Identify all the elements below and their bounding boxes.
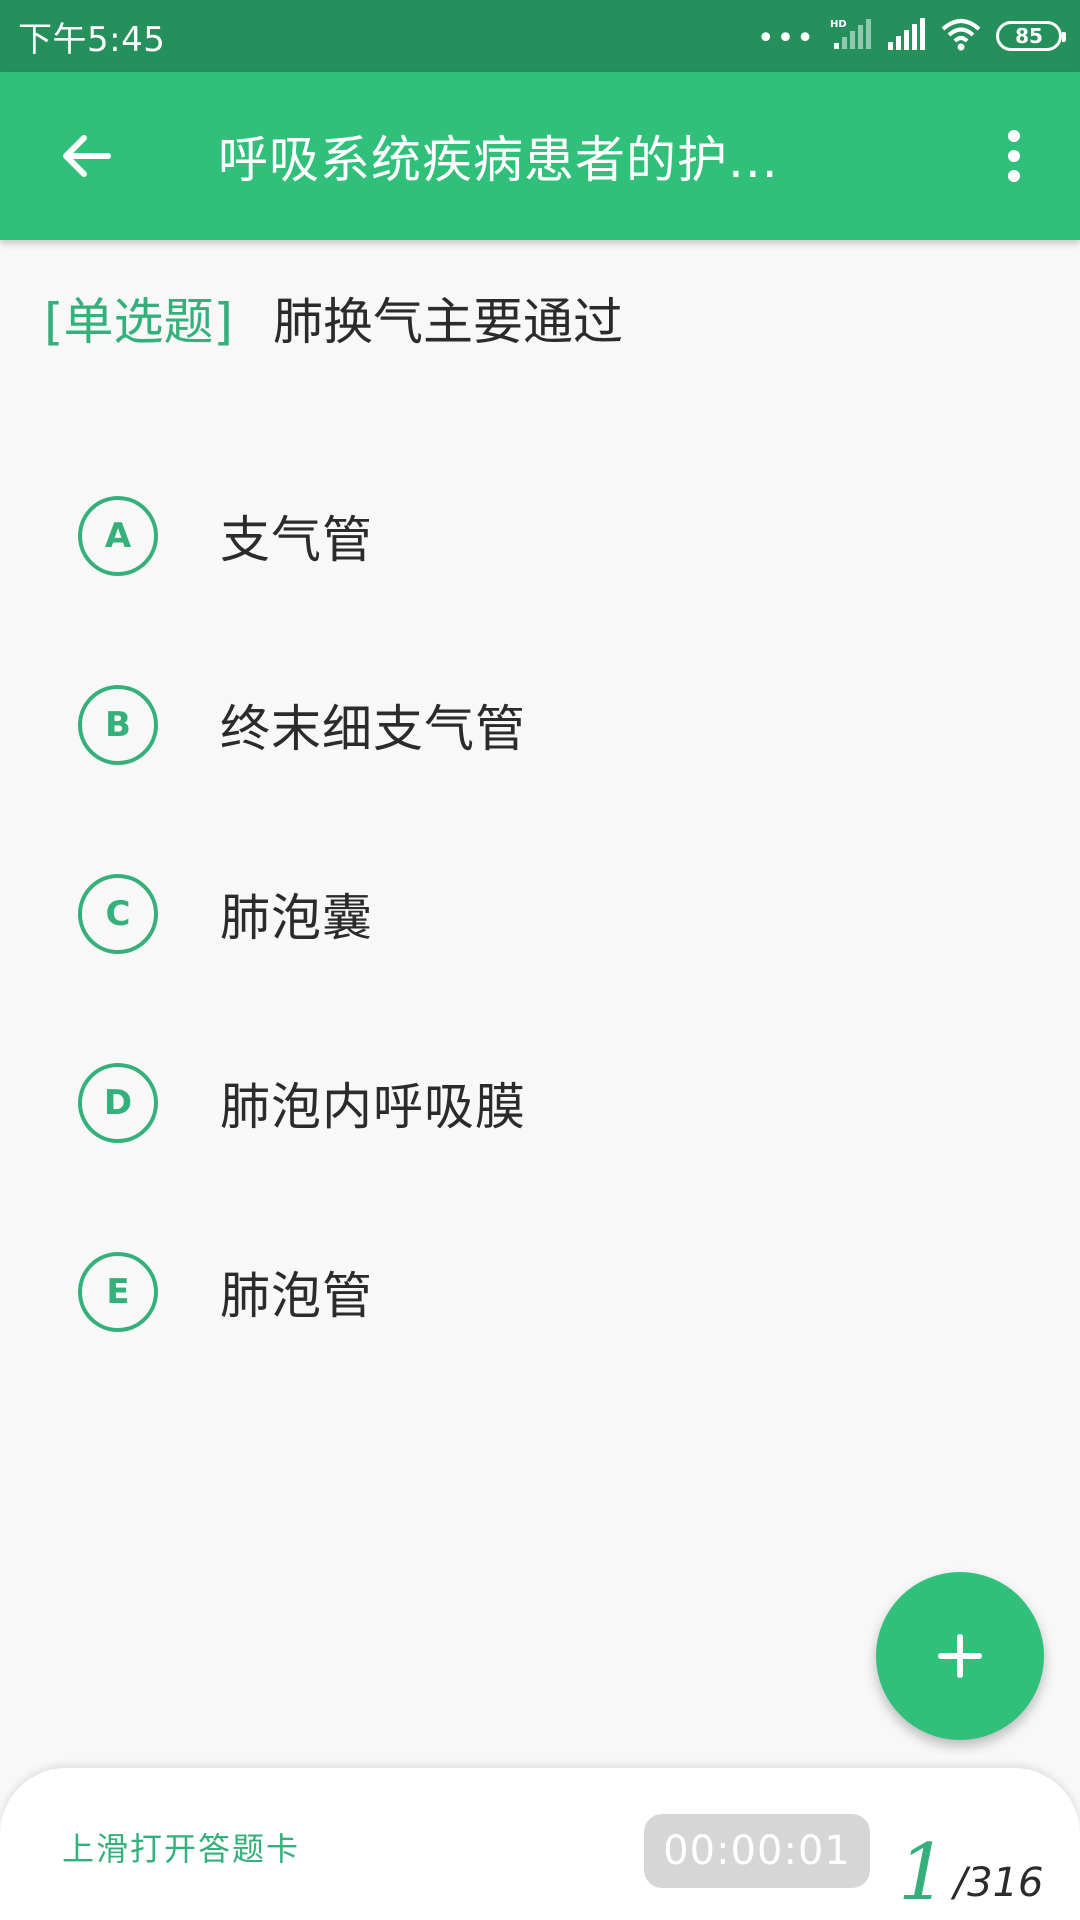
question-text: 肺换气主要通过 [273,293,624,351]
option-c[interactable]: C 肺泡囊 [78,872,373,956]
wifi-icon [940,17,982,55]
signal-icon [886,18,926,54]
more-vert-icon [1008,130,1020,182]
option-letter: B [78,685,158,765]
hd-signal-icon: HD [830,17,872,55]
add-button[interactable] [876,1572,1044,1740]
status-bar: 下午5:45 ••• HD 85 [0,0,1080,72]
option-a[interactable]: A 支气管 [78,494,373,578]
svg-text:HD: HD [830,19,847,30]
timer: 00:00:01 [644,1814,870,1888]
plus-icon [938,1634,982,1678]
arrow-left-icon [63,135,111,177]
status-time: 下午5:45 [18,19,166,60]
current-question-number: 1 [898,1828,948,1918]
option-text: 肺泡管 [220,1267,373,1325]
status-icons: ••• HD 85 [756,17,1066,56]
question-progress: 1 /316 [898,1792,1043,1912]
total-questions: /316 [953,1860,1044,1906]
back-button[interactable] [50,121,120,191]
more-options-button[interactable] [994,121,1034,191]
app-bar: 呼吸系统疾病患者的护... [0,72,1080,240]
question-type-label: [单选题] [44,293,234,351]
answer-card-sheet[interactable]: 上滑打开答题卡 00:00:01 1 /316 [0,1768,1080,1920]
option-letter: A [78,496,158,576]
option-letter: D [78,1063,158,1143]
option-text: 终末细支气管 [220,700,526,758]
option-letter: E [78,1252,158,1332]
option-text: 肺泡囊 [220,889,373,947]
option-b[interactable]: B 终末细支气管 [78,683,526,767]
option-letter: C [78,874,158,954]
option-text: 支气管 [220,511,373,569]
page-title: 呼吸系统疾病患者的护... [218,131,779,189]
quiz-screen: 下午5:45 ••• HD 85 呼吸系统疾病患者的护... [单选题] 肺换气… [0,0,1080,1920]
question: [单选题] 肺换气主要通过 [44,282,1040,354]
swipe-up-hint: 上滑打开答题卡 [62,1830,301,1868]
battery-icon: 85 [996,21,1066,51]
more-dots-icon: ••• [756,21,816,56]
option-text: 肺泡内呼吸膜 [220,1078,526,1136]
option-e[interactable]: E 肺泡管 [78,1250,373,1334]
option-d[interactable]: D 肺泡内呼吸膜 [78,1061,526,1145]
